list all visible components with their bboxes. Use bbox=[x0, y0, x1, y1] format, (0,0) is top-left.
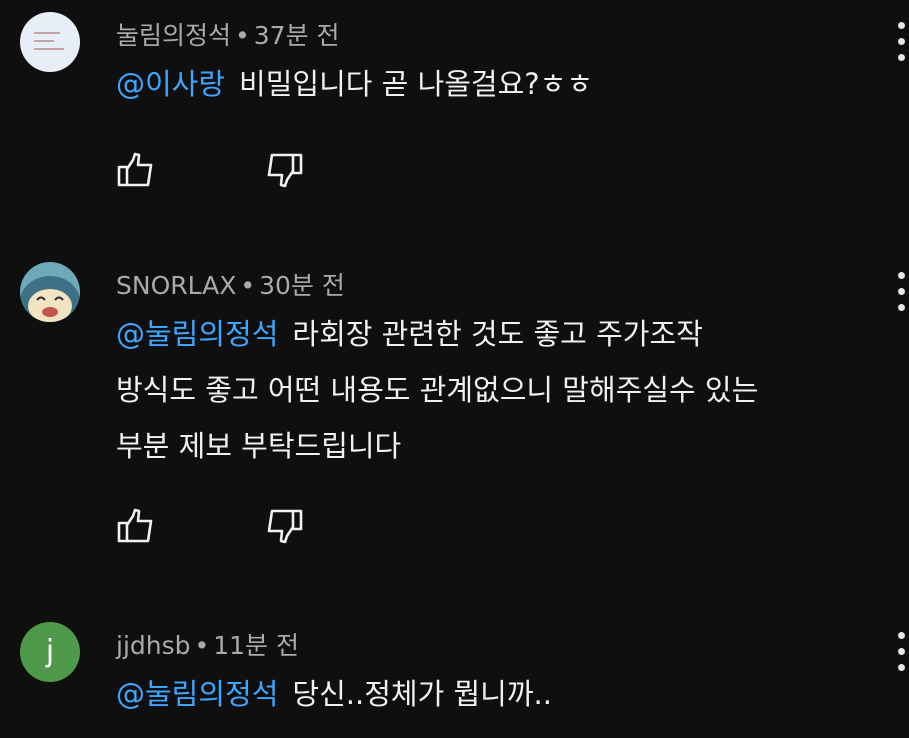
comment-meta: jjdhsb • 11분 전 bbox=[116, 626, 299, 662]
comment-time[interactable]: 30분 전 bbox=[259, 271, 345, 300]
author-name[interactable]: jjdhsb bbox=[116, 631, 191, 660]
author-name[interactable]: SNORLAX bbox=[116, 271, 236, 300]
avatar-doc-line bbox=[34, 40, 54, 42]
snorlax-avatar-icon bbox=[20, 276, 80, 322]
more-dot bbox=[898, 632, 905, 639]
avatar-letter: j bbox=[45, 634, 55, 669]
thumbs-down-icon bbox=[267, 153, 303, 188]
comment-text: 당신..정체가 뭡니까.. bbox=[292, 677, 552, 711]
comment-line: 방식도 좋고 어떤 내용도 관계없으니 말해주실수 있는 bbox=[116, 373, 759, 407]
more-dot bbox=[898, 38, 905, 45]
more-vertical-icon[interactable] bbox=[895, 272, 909, 332]
comment-3: j jjdhsb • 11분 전 @눌림의정석 당신..정체가 뭡니까.. bbox=[0, 610, 909, 738]
comment-body: @이사랑 비밀입니다 곧 나올걸요?ㅎㅎ bbox=[116, 56, 896, 112]
more-dot bbox=[898, 648, 905, 655]
comment-line: 부분 제보 부탁드립니다 bbox=[116, 429, 402, 463]
more-vertical-icon[interactable] bbox=[895, 22, 909, 82]
comment-body: @눌림의정석 라회장 관련한 것도 좋고 주가조작 방식도 좋고 어떤 내용도 관… bbox=[116, 306, 896, 474]
more-vertical-icon[interactable] bbox=[895, 632, 909, 692]
more-dot bbox=[898, 664, 905, 671]
comment-line: @눌림의정석 라회장 관련한 것도 좋고 주가조작 bbox=[116, 306, 896, 362]
comment-2: SNORLAX • 30분 전 @눌림의정석 라회장 관련한 것도 좋고 주가조작 방… bbox=[0, 250, 909, 600]
more-dot bbox=[898, 304, 905, 311]
comment-body: @눌림의정석 당신..정체가 뭡니까.. bbox=[116, 666, 896, 722]
more-dot bbox=[898, 22, 905, 29]
meta-separator: • bbox=[235, 21, 250, 50]
thumbs-up-icon bbox=[117, 508, 153, 543]
avatar-doc-line bbox=[34, 48, 64, 50]
avatar[interactable] bbox=[20, 12, 80, 72]
like-button[interactable] bbox=[116, 506, 158, 546]
meta-separator: • bbox=[240, 271, 256, 300]
comment-time[interactable]: 11분 전 bbox=[213, 631, 299, 660]
thumbs-up-icon bbox=[117, 152, 153, 187]
meta-separator: • bbox=[194, 631, 210, 660]
comment-1: 눌림의정석 • 37분 전 @이사랑 비밀입니다 곧 나올걸요?ㅎㅎ bbox=[0, 0, 909, 230]
author-name[interactable]: 눌림의정석 bbox=[116, 21, 231, 50]
comment-meta: 눌림의정석 • 37분 전 bbox=[116, 16, 340, 52]
like-button[interactable] bbox=[116, 150, 158, 190]
comment-meta: SNORLAX • 30분 전 bbox=[116, 266, 345, 302]
avatar[interactable] bbox=[20, 262, 80, 322]
dislike-button[interactable] bbox=[262, 150, 304, 190]
mention-link[interactable]: @눌림의정석 bbox=[116, 317, 278, 351]
avatar[interactable]: j bbox=[20, 622, 80, 682]
mention-link[interactable]: @눌림의정석 bbox=[116, 677, 278, 711]
mention-link[interactable]: @이사랑 bbox=[116, 67, 225, 101]
more-dot bbox=[898, 288, 905, 295]
thumbs-down-icon bbox=[267, 509, 303, 544]
comment-text: 비밀입니다 곧 나올걸요?ㅎㅎ bbox=[239, 67, 594, 101]
comment-time[interactable]: 37분 전 bbox=[254, 21, 340, 50]
more-dot bbox=[898, 54, 905, 61]
dislike-button[interactable] bbox=[262, 506, 304, 546]
more-dot bbox=[898, 272, 905, 279]
comment-text: 라회장 관련한 것도 좋고 주가조작 bbox=[292, 317, 703, 351]
avatar-doc-line bbox=[34, 32, 60, 34]
